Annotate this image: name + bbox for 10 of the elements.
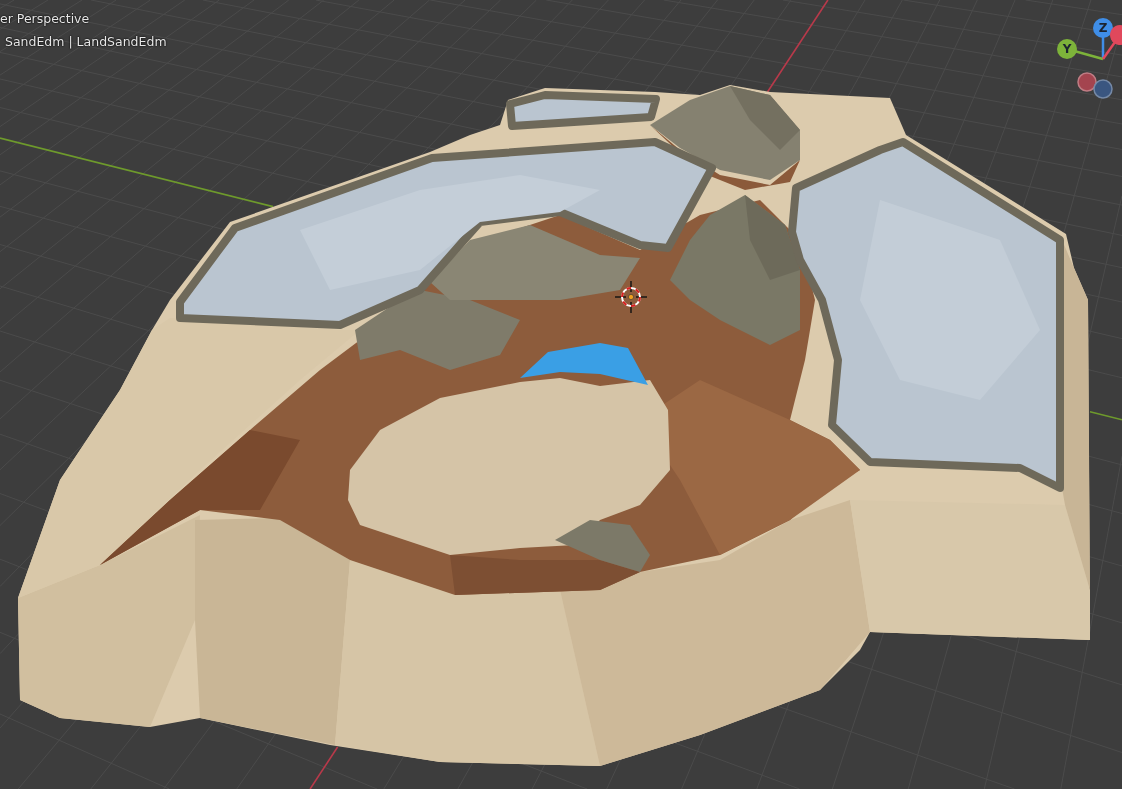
axis-line xyxy=(309,746,339,789)
axis-handle[interactable]: Y xyxy=(1057,39,1104,61)
axis-handle[interactable] xyxy=(1101,25,1122,60)
view-name-label: er Perspective xyxy=(0,10,90,28)
crosshair-icon xyxy=(614,280,648,314)
axis-handle[interactable]: Z xyxy=(1093,18,1113,59)
axis-handle[interactable] xyxy=(1077,72,1097,92)
axis-handle[interactable] xyxy=(1093,79,1113,99)
axis-line xyxy=(1089,410,1122,421)
object-name-label: SandEdm | LandSandEdm xyxy=(5,33,167,51)
